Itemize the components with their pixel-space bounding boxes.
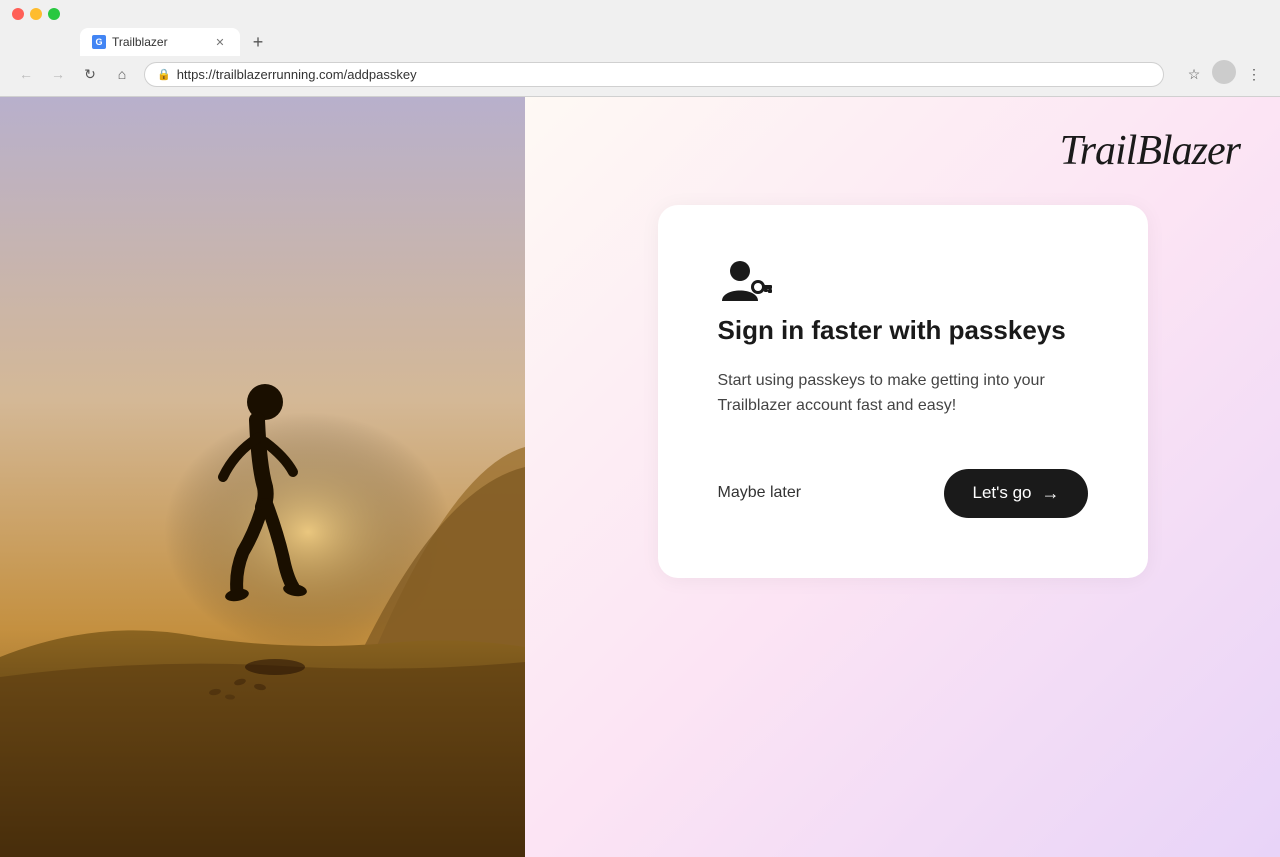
arrow-icon: → <box>1042 483 1060 504</box>
card-title: Sign in faster with passkeys <box>718 314 1088 348</box>
address-bar: ← → ↻ ⌂ 🔒 https://trailblazerrunning.com… <box>0 56 1280 96</box>
main-content: TrailBlazer Sign in faster with <box>0 97 1280 857</box>
profile-button[interactable] <box>1212 60 1236 84</box>
browser-chrome: G Trailblazer ✕ + ← → ↻ ⌂ 🔒 https://trai… <box>0 0 1280 97</box>
runner-scene-svg <box>0 97 525 857</box>
new-tab-button[interactable]: + <box>244 28 272 56</box>
tab-close-button[interactable]: ✕ <box>212 34 228 50</box>
minimize-button[interactable] <box>30 8 42 20</box>
bookmark-button[interactable]: ☆ <box>1180 60 1208 88</box>
lets-go-button[interactable]: Let's go → <box>944 469 1087 518</box>
menu-button[interactable]: ⋮ <box>1240 60 1268 88</box>
tab-bar: G Trailblazer ✕ + <box>0 28 1280 56</box>
maximize-button[interactable] <box>48 8 60 20</box>
home-button[interactable]: ⌂ <box>108 60 136 88</box>
lock-icon: 🔒 <box>157 68 171 81</box>
url-text: https://trailblazerrunning.com/addpasske… <box>177 67 417 82</box>
right-panel: TrailBlazer Sign in faster with <box>525 97 1280 857</box>
logo: TrailBlazer <box>1060 127 1240 175</box>
lets-go-label: Let's go <box>972 483 1031 503</box>
nav-buttons: ← → ↻ ⌂ <box>12 60 136 88</box>
close-button[interactable] <box>12 8 24 20</box>
title-bar <box>0 0 1280 28</box>
card-description: Start using passkeys to make getting int… <box>718 368 1088 419</box>
maybe-later-button[interactable]: Maybe later <box>718 484 802 502</box>
passkey-card: Sign in faster with passkeys Start using… <box>658 205 1148 578</box>
tab-favicon: G <box>92 35 106 49</box>
card-actions: Maybe later Let's go → <box>718 469 1088 518</box>
back-button[interactable]: ← <box>12 60 40 88</box>
url-bar[interactable]: 🔒 https://trailblazerrunning.com/addpass… <box>144 62 1164 87</box>
passkey-icon <box>718 255 1088 314</box>
hero-image-panel <box>0 97 525 857</box>
refresh-button[interactable]: ↻ <box>76 60 104 88</box>
browser-actions: ☆ ⋮ <box>1180 60 1268 88</box>
tab-title: Trailblazer <box>112 35 168 49</box>
active-tab[interactable]: G Trailblazer ✕ <box>80 28 240 56</box>
traffic-lights <box>12 8 60 20</box>
forward-button[interactable]: → <box>44 60 72 88</box>
